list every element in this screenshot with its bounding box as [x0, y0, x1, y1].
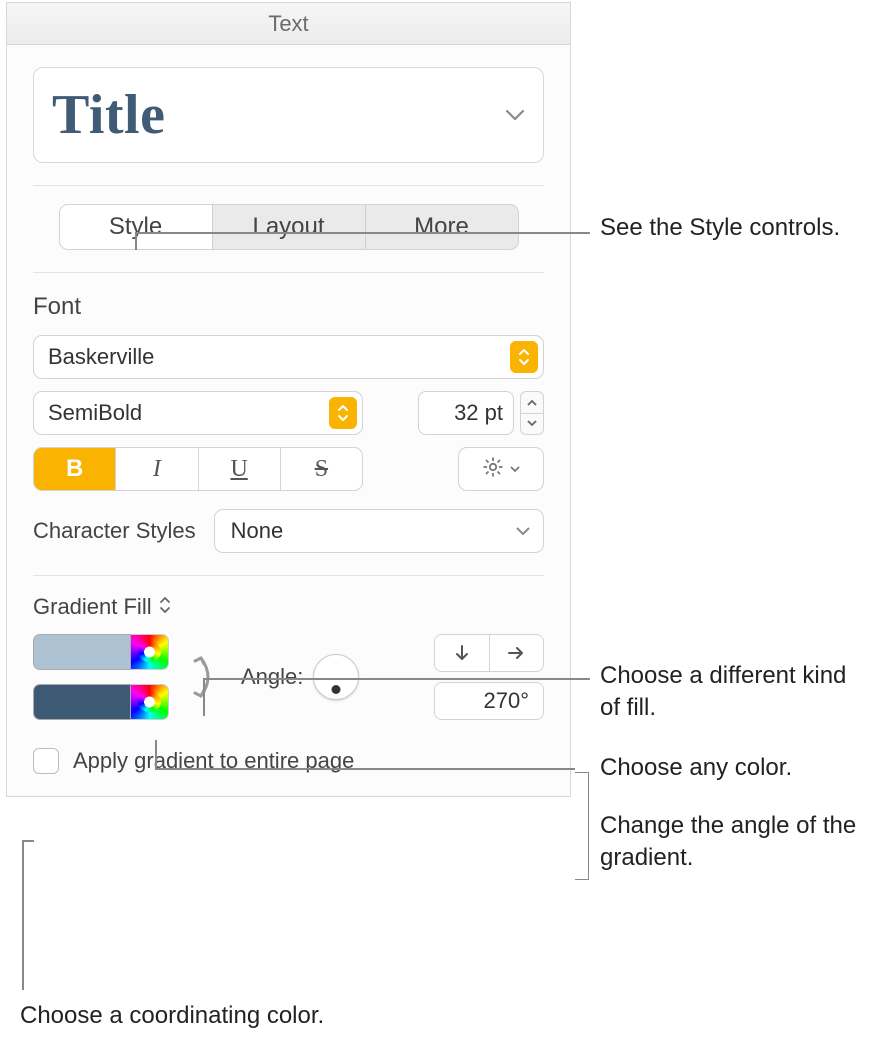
- chevron-down-icon: [509, 465, 521, 473]
- font-size-field[interactable]: 32 pt: [418, 391, 514, 435]
- font-size-stepper[interactable]: [520, 391, 544, 435]
- paragraph-style-name: Title: [52, 83, 165, 147]
- callout-fill-kind: Choose a different kind of fill.: [600, 660, 870, 725]
- font-family-value: Baskerville: [48, 344, 154, 370]
- swap-colors-button[interactable]: [189, 649, 221, 705]
- direction-horizontal-button[interactable]: [490, 635, 544, 671]
- callout-coord-color: Choose a coordinating color.: [20, 1000, 324, 1032]
- apply-gradient-page-checkbox[interactable]: [33, 748, 59, 774]
- bold-button[interactable]: B: [34, 448, 116, 490]
- font-weight-select[interactable]: SemiBold: [33, 391, 363, 435]
- updown-arrows-icon: [158, 596, 172, 614]
- fill-type-label: Gradient Fill: [33, 594, 152, 620]
- panel-title: Text: [7, 3, 570, 45]
- apply-gradient-page-label: Apply gradient to entire page: [73, 748, 354, 774]
- font-size-value: 32 pt: [454, 400, 503, 426]
- callout-lead: [155, 768, 190, 770]
- font-section-label: Font: [33, 293, 544, 321]
- callout-lead: [22, 840, 34, 842]
- callout-lead: [135, 232, 137, 250]
- gear-icon: [481, 455, 505, 484]
- divider: [33, 185, 544, 186]
- color-picker-1-button[interactable]: [131, 634, 169, 670]
- tab-layout[interactable]: Layout: [213, 205, 366, 249]
- paragraph-style-popup[interactable]: Title: [33, 67, 544, 163]
- callout-any-color: Choose any color.: [600, 752, 792, 784]
- angle-knob[interactable]: [313, 654, 359, 700]
- callout-lead: [155, 740, 157, 768]
- italic-button[interactable]: I: [116, 448, 198, 490]
- callout-lead: [203, 678, 590, 680]
- callout-style: See the Style controls.: [600, 212, 870, 244]
- character-styles-value: None: [231, 518, 284, 544]
- updown-arrows-icon: [510, 341, 538, 373]
- tab-segmented-control: Style Layout More: [59, 204, 519, 250]
- gradient-color-2-well[interactable]: [33, 684, 131, 720]
- divider: [33, 272, 544, 273]
- tab-more[interactable]: More: [366, 205, 518, 249]
- callout-lead: [22, 840, 24, 990]
- updown-arrows-icon: [329, 397, 357, 429]
- angle-label: Angle:: [241, 664, 303, 690]
- angle-field[interactable]: 270°: [434, 682, 544, 720]
- text-style-segmented: B I U S: [33, 447, 363, 491]
- chevron-down-icon: [515, 526, 531, 536]
- gradient-color-1-well[interactable]: [33, 634, 131, 670]
- stepper-up[interactable]: [521, 392, 543, 414]
- font-weight-value: SemiBold: [48, 400, 142, 426]
- callout-lead: [203, 678, 205, 716]
- font-family-select[interactable]: Baskerville: [33, 335, 544, 379]
- callout-bracket: [575, 772, 589, 880]
- character-styles-label: Character Styles: [33, 518, 196, 544]
- underline-button[interactable]: U: [199, 448, 281, 490]
- color-picker-2-button[interactable]: [131, 684, 169, 720]
- strikethrough-button[interactable]: S: [281, 448, 362, 490]
- direction-vertical-button[interactable]: [435, 635, 490, 671]
- angle-value: 270°: [483, 688, 529, 714]
- stepper-down[interactable]: [521, 414, 543, 435]
- callout-lead: [135, 232, 590, 234]
- callout-lead: [190, 768, 575, 770]
- divider: [33, 575, 544, 576]
- gradient-direction-segmented: [434, 634, 544, 672]
- fill-type-popup[interactable]: [158, 596, 172, 619]
- character-styles-select[interactable]: None: [214, 509, 544, 553]
- callout-angle: Change the angle of the gradient.: [600, 810, 870, 875]
- advanced-options-button[interactable]: [458, 447, 544, 491]
- chevron-down-icon: [505, 109, 525, 121]
